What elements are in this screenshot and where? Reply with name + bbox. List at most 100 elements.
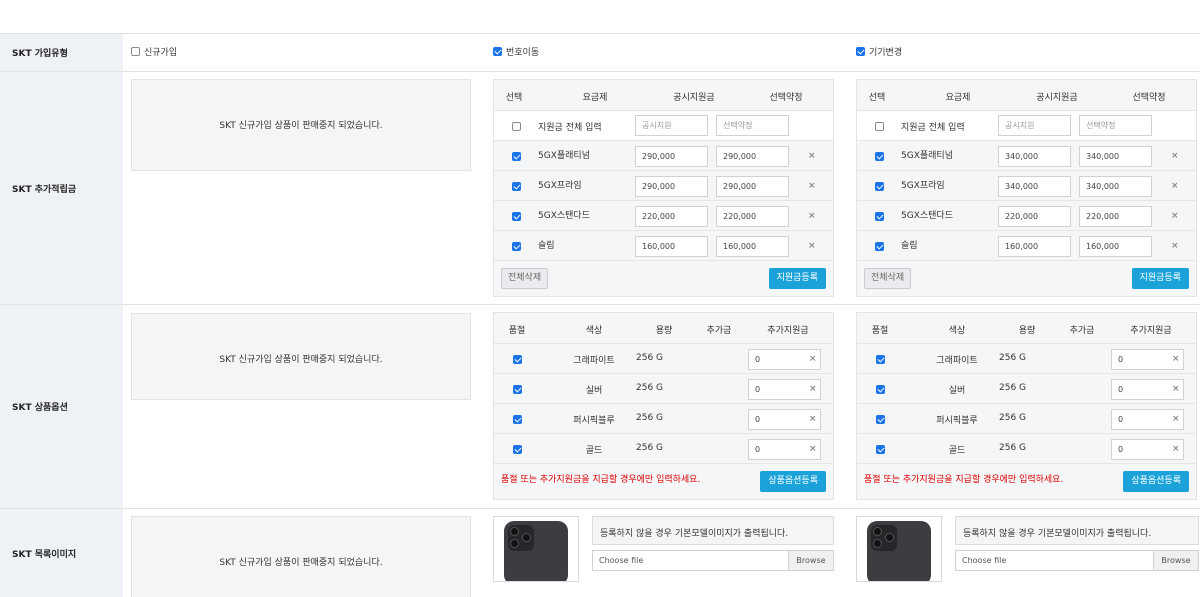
remove-icon[interactable]: × [808,241,816,251]
contract-support-input[interactable]: 160,000 [716,236,789,257]
join-type-port[interactable]: 번호이동 [493,45,539,58]
phone-thumbnail-image [867,521,931,581]
contract-support-input[interactable]: 220,000 [716,206,789,227]
join-type-change[interactable]: 기기변경 [856,45,902,58]
option-row: 퍼시픽블루 256 G 0 × [857,403,1196,433]
remove-icon[interactable]: × [1171,151,1179,161]
remove-icon[interactable]: × [809,414,817,424]
bulk-public-support-input[interactable]: 공시지원 [635,115,708,136]
contract-support-input[interactable]: 340,000 [1079,146,1152,167]
contract-support-input[interactable]: 340,000 [1079,176,1152,197]
checkbox-icon[interactable] [875,212,884,221]
checkbox-icon[interactable] [512,182,521,191]
checkbox-icon[interactable] [513,415,522,424]
public-support-input[interactable]: 290,000 [635,176,708,197]
remove-icon[interactable]: × [808,181,816,191]
bulk-public-support-input[interactable]: 공시지원 [998,115,1071,136]
option-capacity: 256 G [999,383,1027,393]
file-input[interactable]: Choose file Browse [955,550,1199,571]
remove-icon[interactable]: × [809,384,817,394]
public-support-input[interactable]: 160,000 [635,236,708,257]
delete-all-button[interactable]: 전체삭제 [501,268,549,289]
checkbox-icon[interactable] [876,415,885,424]
checkbox-icon[interactable] [875,122,884,131]
register-support-button[interactable]: 지원금등록 [768,268,826,289]
column-header: 요금제 [945,93,971,103]
remove-icon[interactable]: × [809,444,817,454]
remove-icon[interactable]: × [808,151,816,161]
contract-support-input[interactable]: 220,000 [1079,206,1152,227]
remove-icon[interactable]: × [809,354,817,364]
checkbox-icon[interactable] [512,122,521,131]
plan-row: 5GX플래티넘 340,000 340,000 × [857,140,1196,170]
column-header: 선택 [505,93,523,103]
checkbox-icon[interactable] [513,355,522,364]
remove-icon[interactable]: × [1172,444,1180,454]
contract-support-input[interactable]: 290,000 [716,176,789,197]
delete-all-button[interactable]: 전체삭제 [864,268,912,289]
checkbox-icon[interactable] [875,242,884,251]
checkbox-icon[interactable] [876,445,885,454]
bulk-contract-input[interactable]: 선택약정 [716,115,789,136]
product-thumbnail [856,516,942,582]
public-support-input[interactable]: 220,000 [998,206,1071,227]
checkbox-icon[interactable] [856,47,865,56]
plan-row: 슬림 160,000 160,000 × [494,230,833,260]
browse-button[interactable]: Browse [1153,551,1198,570]
checkbox-icon[interactable] [493,47,502,56]
remove-icon[interactable]: × [1171,211,1179,221]
column-header: 품절 [871,326,889,336]
option-color: 그래파이트 [573,356,615,366]
plan-row: 5GX스탠다드 220,000 220,000 × [857,200,1196,230]
column-header: 추가지원금 [1130,326,1172,336]
checkbox-icon[interactable] [513,445,522,454]
remove-icon[interactable]: × [1172,414,1180,424]
row-image: SKT 목록이미지 SKT 신규가입 상품이 판매중지 되었습니다. 등록하지 … [0,508,1200,597]
public-support-input[interactable]: 340,000 [998,146,1071,167]
register-option-button[interactable]: 상품옵션등록 [760,471,826,492]
register-option-button[interactable]: 상품옵션등록 [1123,471,1189,492]
checkbox-icon[interactable] [513,385,522,394]
camera-lens [510,539,519,548]
register-support-button[interactable]: 지원금등록 [1131,268,1189,289]
contract-support-input[interactable]: 290,000 [716,146,789,167]
bulk-contract-input[interactable]: 선택약정 [1079,115,1152,136]
browse-button[interactable]: Browse [788,551,833,570]
plan-row: 5GX스탠다드 220,000 220,000 × [494,200,833,230]
notice-text: SKT 신규가입 상품이 판매중지 되었습니다. [219,355,383,365]
checkbox-icon[interactable] [512,242,521,251]
join-type-new[interactable]: 신규가입 [131,45,177,58]
option-capacity: 256 G [636,413,664,423]
public-support-input[interactable]: 160,000 [998,236,1071,257]
column-header: 용량 [1018,326,1036,336]
plan-row: 슬림 160,000 160,000 × [857,230,1196,260]
remove-icon[interactable]: × [1171,181,1179,191]
public-support-input[interactable]: 340,000 [998,176,1071,197]
public-support-input[interactable]: 290,000 [635,146,708,167]
remove-icon[interactable]: × [808,211,816,221]
remove-icon[interactable]: × [1172,354,1180,364]
checkbox-icon[interactable] [876,355,885,364]
camera-lens [510,527,519,536]
remove-icon[interactable]: × [1172,384,1180,394]
option-panel: 품절 색상 용량 추가금 추가지원금 그래파이트 256 G 0 × 실버 256 G 0 × 퍼시픽블루… [493,312,834,500]
row-label-image: SKT 목록이미지 [0,509,123,597]
public-support-input[interactable]: 220,000 [635,206,708,227]
checkbox-icon[interactable] [876,385,885,394]
option-color: 퍼시픽블루 [936,416,978,426]
option-row: 골드 256 G 0 × [857,433,1196,463]
checkbox-icon[interactable] [512,212,521,221]
remove-icon[interactable]: × [1171,241,1179,251]
option-row: 퍼시픽블루 256 G 0 × [494,403,833,433]
checkbox-icon[interactable] [875,182,884,191]
checkbox-icon[interactable] [512,152,521,161]
column-header: 선택약정 [1132,93,1166,103]
file-input[interactable]: Choose file Browse [592,550,834,571]
option-row: 그래파이트 256 G 0 × [857,343,1196,373]
contract-support-input[interactable]: 160,000 [1079,236,1152,257]
camera-lens [522,533,531,542]
plan-name: 5GX프라임 [538,181,582,191]
checkbox-icon[interactable] [875,152,884,161]
checkbox-icon[interactable] [131,47,140,56]
file-input-placeholder: Choose file [599,556,644,565]
